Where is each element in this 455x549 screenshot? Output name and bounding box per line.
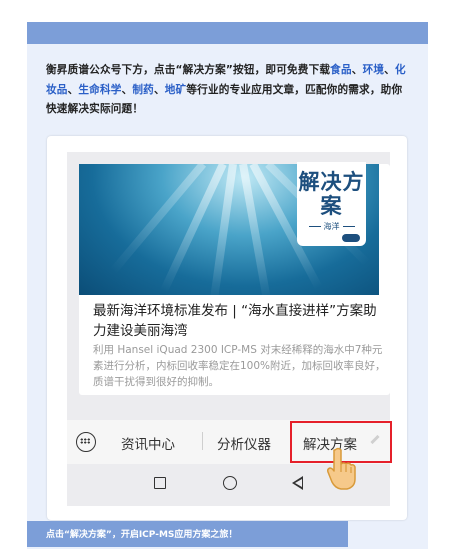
article-title[interactable]: 最新海洋环境标准发布 | “海水直接进样”方案助力建设美丽海湾: [93, 301, 383, 341]
intro-highlight-mining: 地矿: [164, 83, 187, 96]
top-accent-bar: [27, 22, 428, 44]
square-icon[interactable]: [154, 477, 166, 489]
badge-subtitle: 海洋: [297, 221, 366, 232]
intro-sep: 、: [121, 83, 133, 96]
intro-paragraph: 衡昇质谱公众号下方，点击“解决方案”按钮，即可免费下载食品、环境、化妆品、生命科…: [46, 61, 412, 120]
article-description: 利用 Hansel iQuad 2300 ICP-MS 对末经稀释的海水中7种元…: [93, 344, 386, 388]
keyboard-icon[interactable]: [76, 432, 96, 452]
intro-sep: 、: [351, 64, 363, 76]
intro-sep: 、: [384, 64, 395, 76]
menu-item-news[interactable]: 资讯中心: [121, 433, 175, 453]
intro-highlight-life-science: 生命科学: [78, 83, 122, 96]
pointing-hand-icon: [327, 447, 356, 490]
footer-banner: 点击“解决方案”，开启ICP-MS应用方案之旅！: [27, 521, 348, 547]
menu-separator: [202, 432, 203, 450]
badge-title: 解决方案: [298, 170, 365, 218]
circle-icon[interactable]: [223, 476, 237, 490]
triangle-back-icon[interactable]: [292, 476, 303, 490]
intro-sep: 、: [153, 83, 165, 96]
intro-sep: 、: [67, 83, 79, 96]
intro-highlight-food: 食品: [330, 64, 352, 76]
intro-text-1: 衡昇质谱公众号下方，点击“解决方案”按钮，即可免费下载: [46, 64, 331, 76]
intro-highlight-environment: 环境: [362, 64, 385, 76]
menu-item-instruments[interactable]: 分析仪器: [217, 433, 271, 453]
solution-badge: 解决方案 海洋: [297, 162, 366, 246]
intro-highlight-pharma: 制药: [132, 83, 154, 96]
footer-text: 点击“解决方案”，开启ICP-MS应用方案之旅！: [46, 530, 238, 540]
more-dots-icon: [342, 234, 360, 242]
